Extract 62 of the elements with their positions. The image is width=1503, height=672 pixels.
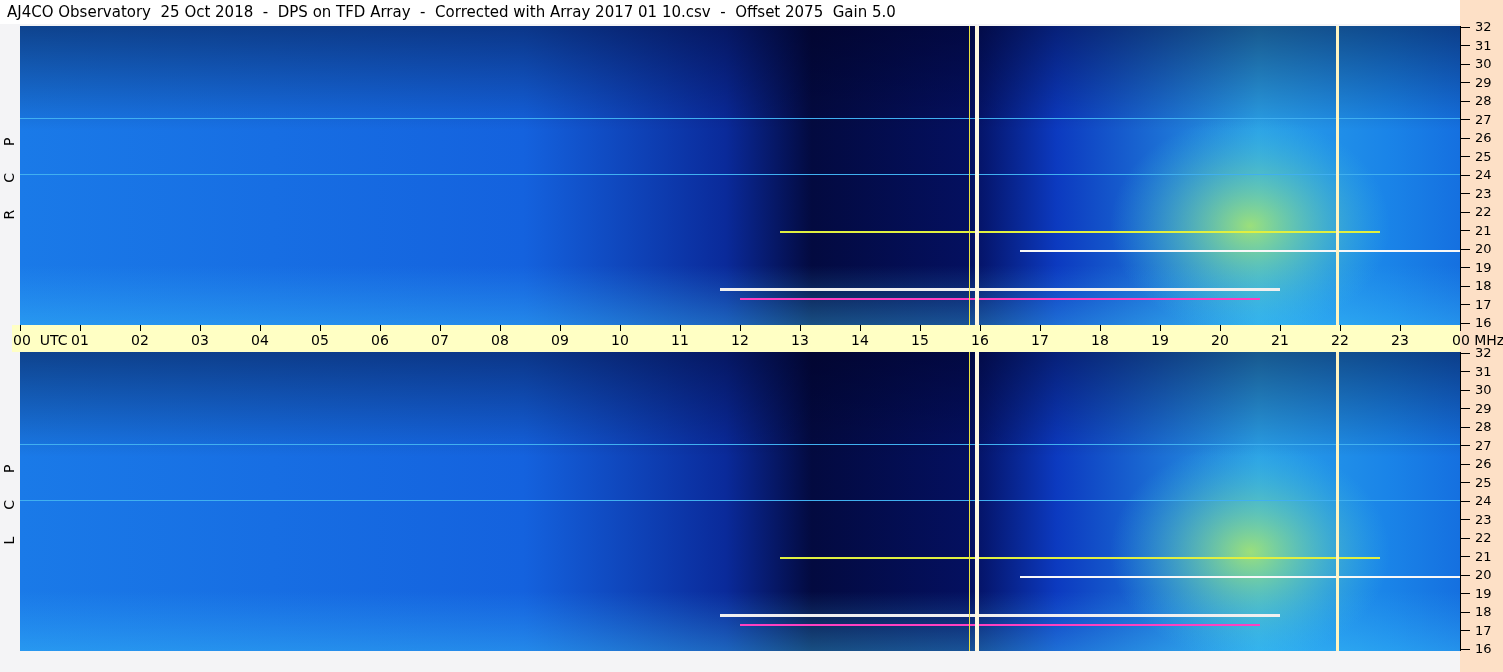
frequency-label: 29 bbox=[1475, 401, 1492, 416]
time-label: 06 bbox=[371, 332, 389, 348]
frequency-label: 28 bbox=[1475, 94, 1492, 108]
polarization-label: L C P bbox=[0, 458, 19, 545]
frequency-label: 22 bbox=[1475, 205, 1492, 219]
time-label: 04 bbox=[251, 332, 269, 348]
frequency-label: 17 bbox=[1475, 623, 1492, 638]
time-label: 19 bbox=[1151, 332, 1169, 348]
time-label: 02 bbox=[131, 332, 149, 348]
frequency-label: 25 bbox=[1475, 475, 1492, 490]
time-label: 01 bbox=[71, 332, 89, 348]
frequency-label: 31 bbox=[1475, 38, 1492, 53]
time-label: 05 bbox=[311, 332, 329, 348]
frequency-label: 16 bbox=[1475, 642, 1492, 656]
time-label: 15 bbox=[911, 332, 929, 348]
polarization-label: R C P bbox=[0, 131, 19, 220]
time-label: 08 bbox=[491, 332, 509, 348]
time-label: 11 bbox=[671, 332, 689, 348]
chart-title: AJ4CO Observatory 25 Oct 2018 - DPS on TFD Array - Corrected with Array 2017 01 10.csv - Offset 2075 Gain 5.0 bbox=[7, 2, 896, 22]
time-label: 21 bbox=[1271, 332, 1289, 348]
time-label: 16 bbox=[971, 332, 989, 348]
frequency-label: 30 bbox=[1475, 57, 1492, 71]
time-label: 00 MHz bbox=[1452, 332, 1503, 348]
frequency-label: 20 bbox=[1475, 568, 1492, 582]
time-label: 17 bbox=[1031, 332, 1049, 348]
frequency-label: 21 bbox=[1475, 223, 1492, 238]
frequency-label: 19 bbox=[1475, 260, 1492, 275]
time-label: 20 bbox=[1211, 332, 1229, 348]
time-label: 10 bbox=[611, 332, 629, 348]
frequency-label: 27 bbox=[1475, 438, 1492, 453]
frequency-label: 22 bbox=[1475, 531, 1492, 545]
frequency-label: 25 bbox=[1475, 149, 1492, 164]
frequency-label: 30 bbox=[1475, 383, 1492, 397]
frequency-label: 21 bbox=[1475, 549, 1492, 564]
time-label: 22 bbox=[1331, 332, 1349, 348]
frequency-label: 17 bbox=[1475, 297, 1492, 312]
time-label: 23 bbox=[1391, 332, 1409, 348]
frequency-label: 26 bbox=[1475, 457, 1492, 471]
frequency-label: 18 bbox=[1475, 605, 1492, 619]
frequency-label: 23 bbox=[1475, 512, 1492, 527]
time-label: 12 bbox=[731, 332, 749, 348]
frequency-label: 24 bbox=[1475, 494, 1492, 508]
frequency-label: 23 bbox=[1475, 186, 1492, 201]
frequency-label: 32 bbox=[1475, 346, 1492, 360]
frequency-label: 20 bbox=[1475, 242, 1492, 256]
frequency-label: 27 bbox=[1475, 112, 1492, 127]
frequency-label: 19 bbox=[1475, 586, 1492, 601]
frequency-label: 31 bbox=[1475, 364, 1492, 379]
time-label: 00 UTC bbox=[13, 332, 68, 348]
time-label: 09 bbox=[551, 332, 569, 348]
frequency-label: 26 bbox=[1475, 131, 1492, 145]
time-label: 03 bbox=[191, 332, 209, 348]
time-label: 18 bbox=[1091, 332, 1109, 348]
frequency-label: 18 bbox=[1475, 279, 1492, 293]
frequency-label: 16 bbox=[1475, 316, 1492, 330]
time-label: 07 bbox=[431, 332, 449, 348]
frequency-label: 28 bbox=[1475, 420, 1492, 434]
frequency-label: 24 bbox=[1475, 168, 1492, 182]
time-label: 13 bbox=[791, 332, 809, 348]
frequency-label: 32 bbox=[1475, 20, 1492, 34]
frequency-label: 29 bbox=[1475, 75, 1492, 90]
time-label: 14 bbox=[851, 332, 869, 348]
